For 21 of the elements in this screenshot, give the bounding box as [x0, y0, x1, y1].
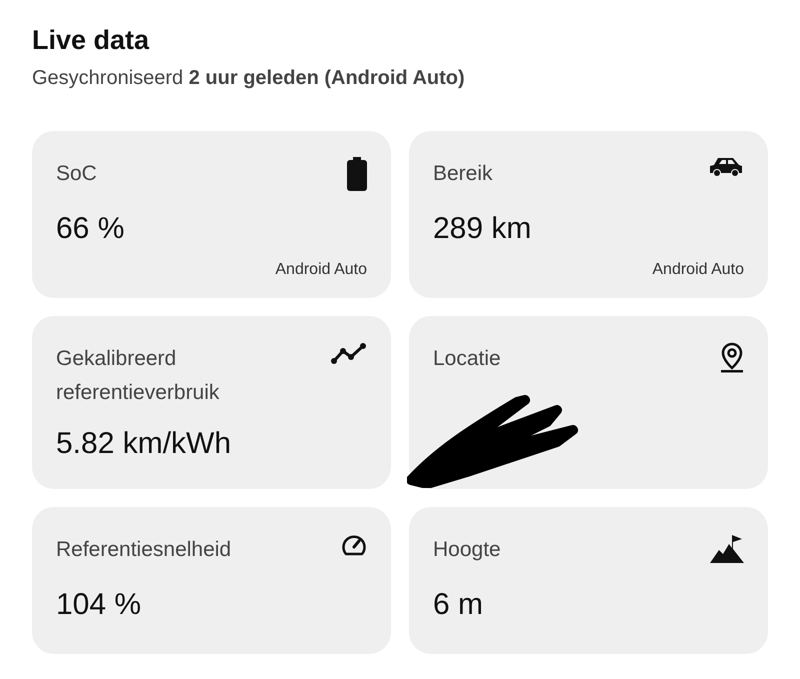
sync-status: Gesychroniseerd 2 uur geleden (Android Auto) [32, 66, 466, 91]
card-value: 289 km [433, 210, 532, 246]
card-label: Referentiesnelheid [56, 537, 232, 563]
source-label: Android Auto [652, 260, 744, 280]
speedometer-icon [341, 533, 367, 557]
trend-line-icon [331, 342, 367, 364]
location-pin-icon [720, 342, 744, 374]
card-value: 5.82 km/kWh [56, 426, 232, 462]
card-label: Locatie [433, 346, 502, 372]
mountain-flag-icon [710, 533, 744, 563]
page-title: Live data [32, 24, 150, 56]
card-value: 66 % [56, 210, 126, 246]
card-label: Gekalibreerd referentieverbruik [56, 346, 220, 406]
card-value: 104 % [56, 586, 142, 622]
card-label: Bereik [433, 161, 494, 187]
card-label: Hoogte [433, 537, 502, 563]
battery-icon [347, 157, 367, 191]
card-value: 6 m [433, 586, 484, 622]
source-label: Android Auto [275, 260, 367, 280]
car-icon [708, 157, 744, 177]
card-label: SoC [56, 161, 98, 187]
